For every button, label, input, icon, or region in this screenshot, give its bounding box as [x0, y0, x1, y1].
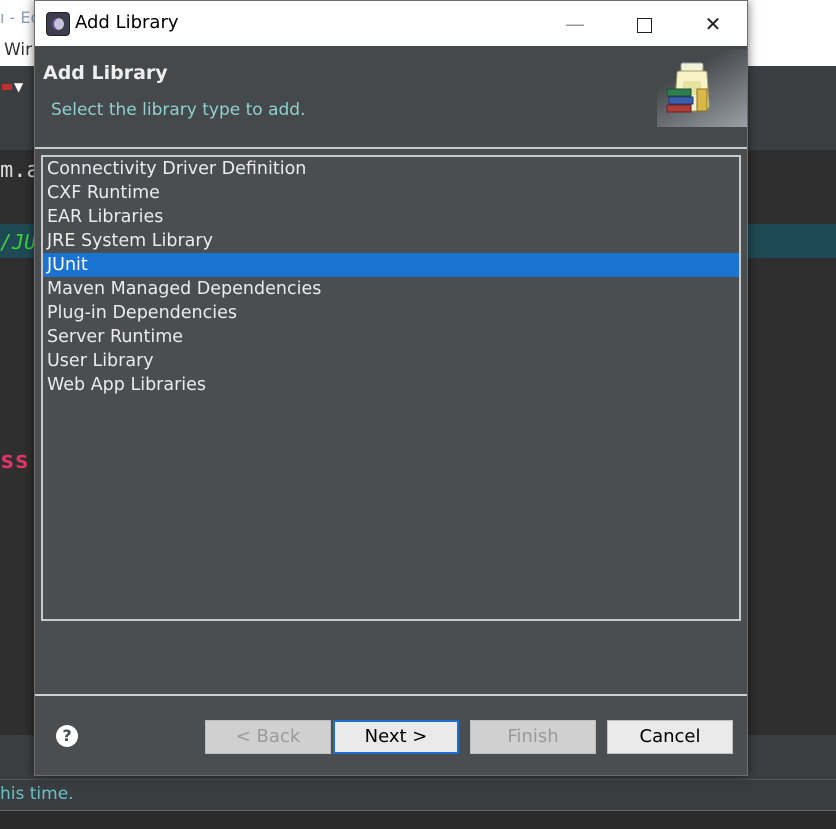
- list-item-web-app-libraries[interactable]: Web App Libraries: [43, 373, 739, 397]
- back-button[interactable]: < Back: [205, 720, 331, 754]
- header-separator: [35, 147, 747, 149]
- ide-status-bar: [0, 779, 836, 812]
- run-icon[interactable]: [2, 84, 12, 90]
- help-icon[interactable]: ?: [56, 725, 78, 747]
- dialog-window-title: Add Library: [75, 12, 179, 33]
- dropdown-arrow-icon[interactable]: ▼: [14, 80, 23, 94]
- next-button[interactable]: Next >: [333, 720, 459, 754]
- list-item-ear-libraries[interactable]: EAR Libraries: [43, 205, 739, 229]
- cancel-button[interactable]: Cancel: [607, 720, 733, 754]
- library-jar-icon: [657, 49, 747, 127]
- maximize-icon: [636, 18, 652, 33]
- status-text: his time.: [0, 784, 74, 804]
- finish-button[interactable]: Finish: [470, 720, 596, 754]
- list-item-maven-managed-dependencies[interactable]: Maven Managed Dependencies: [43, 277, 739, 301]
- wizard-title: Add Library: [43, 62, 168, 84]
- list-item-cxf-runtime[interactable]: CXF Runtime: [43, 181, 739, 205]
- wizard-header: Add Library Select the library type to a…: [35, 46, 747, 146]
- code-line: ss: [0, 446, 29, 474]
- dialog-titlebar[interactable]: Add Library — ✕: [35, 1, 747, 46]
- list-item-jre-system-library[interactable]: JRE System Library: [43, 229, 739, 253]
- list-item-plug-in-dependencies[interactable]: Plug-in Dependencies: [43, 301, 739, 325]
- footer-separator: [35, 694, 747, 696]
- list-item-server-runtime[interactable]: Server Runtime: [43, 325, 739, 349]
- maximize-button[interactable]: [626, 7, 662, 41]
- eclipse-icon: [46, 12, 70, 36]
- add-library-dialog: Add Library — ✕ Add Library Select the l…: [34, 0, 748, 776]
- library-type-list[interactable]: Connectivity Driver Definition CXF Runti…: [41, 155, 741, 621]
- close-button[interactable]: ✕: [695, 7, 731, 41]
- code-line: /JU: [0, 230, 37, 254]
- ide-footer: [0, 811, 836, 829]
- list-item-junit[interactable]: JUnit: [43, 253, 739, 277]
- list-item-connectivity-driver-definition[interactable]: Connectivity Driver Definition: [43, 157, 739, 181]
- ide-menu-fragment[interactable]: Wir: [4, 40, 32, 60]
- wizard-description: Select the library type to add.: [51, 100, 306, 120]
- list-item-user-library[interactable]: User Library: [43, 349, 739, 373]
- minimize-button[interactable]: —: [557, 7, 593, 41]
